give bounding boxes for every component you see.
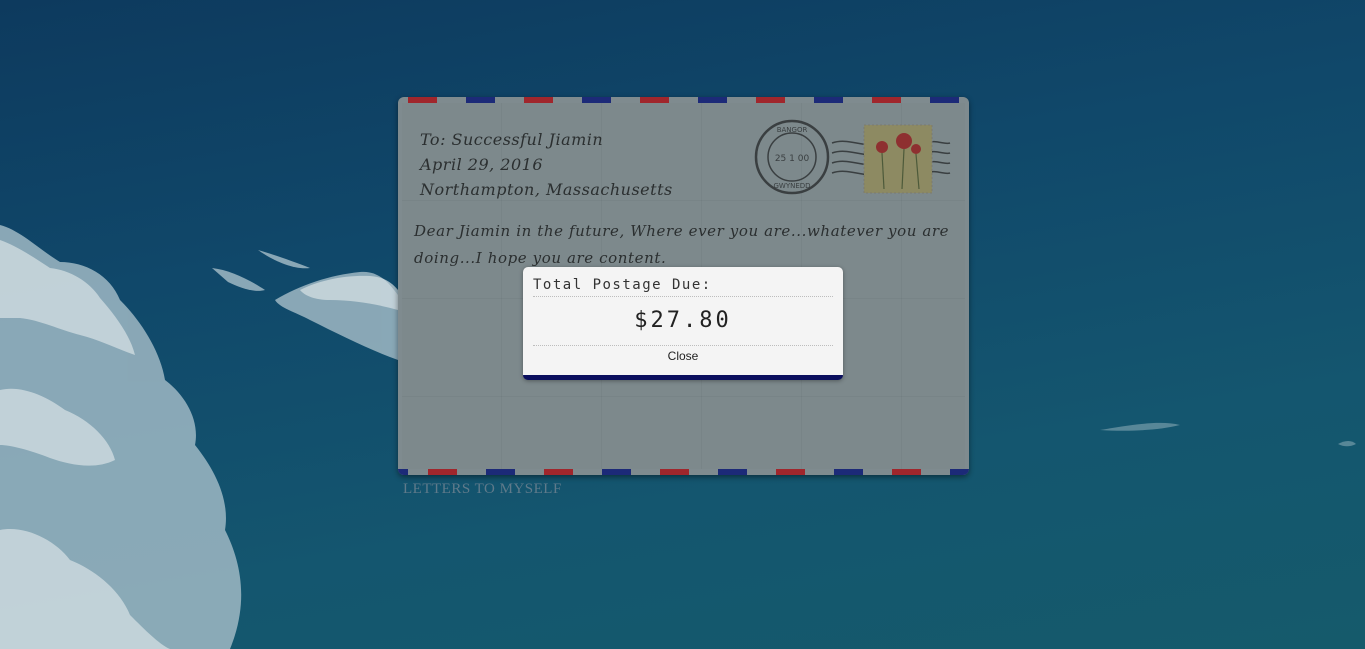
location-line: Northampton, Massachusetts (420, 180, 673, 199)
site-logo[interactable]: LETTERS TO MYSELF (403, 481, 562, 498)
postmark-top-text: BANGOR (777, 126, 808, 134)
modal-title: Total Postage Due: (533, 277, 833, 297)
postmark-bottom-text: GWYNEDD (773, 182, 810, 190)
airmail-stripes-bottom (398, 469, 969, 475)
postmark-icon: BANGOR 25 1 00 GWYNEDD (754, 119, 951, 195)
letter-body: Dear Jiamin in the future, Where ever yo… (414, 222, 950, 267)
recipient-line: To: Successful Jiamin (420, 130, 604, 149)
date-line: April 29, 2016 (420, 155, 544, 174)
postmark-date-text: 25 1 00 (775, 154, 810, 164)
close-button[interactable]: Close (523, 349, 843, 363)
postage-due-modal: Total Postage Due: $27.80 Close (523, 267, 843, 380)
postage-amount: $27.80 (533, 305, 833, 346)
address-block: To: Successful Jiamin April 29, 2016 Nor… (420, 127, 673, 202)
poppy-stamp-icon (863, 124, 933, 194)
